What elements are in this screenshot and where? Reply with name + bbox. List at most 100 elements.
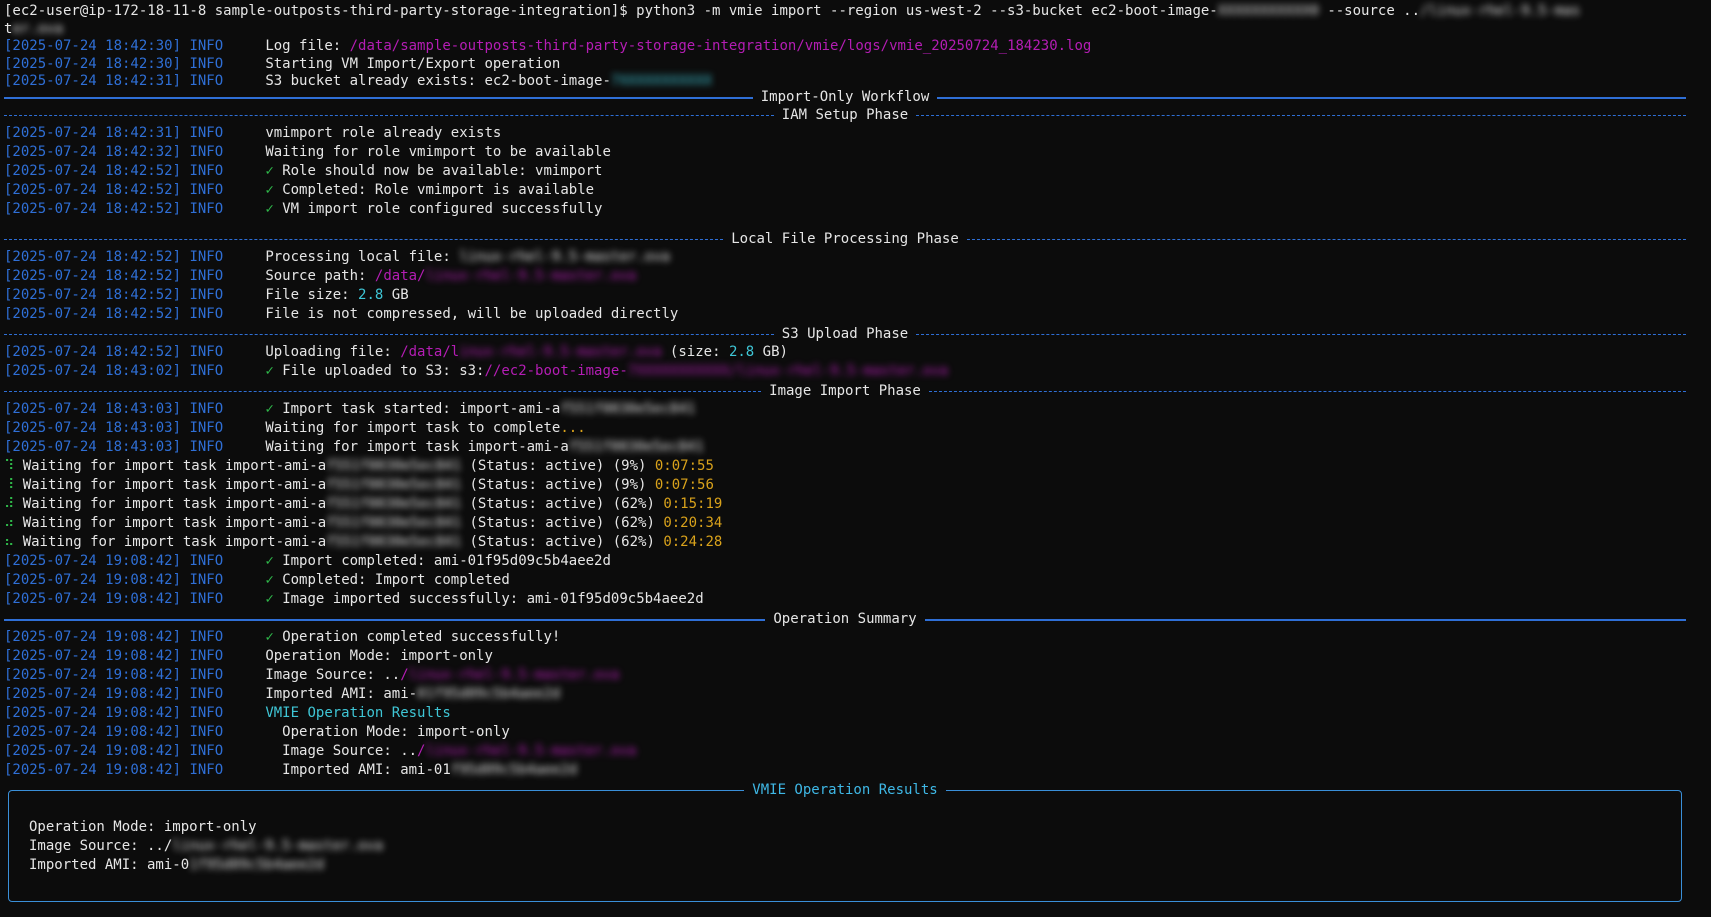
- separator-summary: Operation Summary: [4, 610, 1687, 629]
- redacted-source-path: /linux-rhel-9.5-mas: [1420, 3, 1581, 19]
- log-level: INFO: [189, 686, 224, 702]
- log-level: INFO: [189, 629, 224, 645]
- source-flag: --source ..: [1318, 3, 1421, 19]
- section-title: Image Import Phase: [769, 383, 921, 399]
- spinner-icon: ⠸: [4, 477, 15, 493]
- log-line: [2025-07-24 18:42:30] INFO Log file: /da…: [4, 37, 1091, 56]
- progress-text: Waiting for import task import-ami-a: [22, 458, 327, 474]
- progress-text: Waiting for import task import-ami-a: [22, 496, 327, 512]
- timestamp: [2025-07-24 19:08:42]: [4, 572, 182, 588]
- spinner-icon: ⠹: [4, 458, 15, 474]
- log-level: INFO: [189, 705, 224, 721]
- timestamp: [2025-07-24 18:42:30]: [4, 38, 182, 54]
- progress-line: ⠹ Waiting for import task import-ami-af5…: [4, 457, 714, 476]
- log-text: /data/l: [400, 344, 460, 360]
- log-level: INFO: [189, 201, 224, 217]
- spinner-icon: ⠴: [4, 515, 15, 531]
- check-icon: ✓: [265, 201, 283, 217]
- section-title: S3 Upload Phase: [781, 326, 909, 342]
- timestamp: [2025-07-24 18:42:52]: [4, 268, 182, 284]
- log-text: Image Source: ..: [265, 667, 401, 683]
- log-level: INFO: [189, 724, 224, 740]
- panel-operation-mode: Operation Mode: import-only: [29, 819, 257, 835]
- log-level: INFO: [189, 144, 224, 160]
- log-text: Image imported successfully: ami-01f95d0…: [282, 591, 704, 607]
- summary-log-line: [2025-07-24 19:08:42] INFO Image Source:…: [4, 742, 636, 761]
- timestamp: [2025-07-24 18:42:52]: [4, 287, 182, 303]
- image-log-line: [2025-07-24 18:43:03] INFO ✓ Import task…: [4, 400, 695, 419]
- log-text: Imported AMI: ami-: [265, 686, 418, 702]
- check-icon: ✓: [265, 572, 283, 588]
- log-text: Import completed: ami-01f95d09c5b4aee2d: [282, 553, 611, 569]
- log-text: File size:: [265, 287, 359, 303]
- separator-import-only: Import-Only Workflow: [4, 88, 1687, 107]
- timestamp: [2025-07-24 19:08:42]: [4, 743, 182, 759]
- timestamp: [2025-07-24 18:42:31]: [4, 73, 182, 89]
- panel-image-source: Image Source: ../linux-rhel-9.5-master.o…: [29, 837, 383, 856]
- log-text: Operation Mode: import-only: [265, 724, 510, 740]
- summary-log-line: [2025-07-24 19:08:42] INFO Imported AMI:…: [4, 761, 577, 780]
- log-text: /: [400, 667, 409, 683]
- log-text: (size:: [661, 344, 729, 360]
- log-level: INFO: [189, 648, 224, 664]
- iam-log-line: [2025-07-24 18:42:52] INFO ✓ Role should…: [4, 162, 602, 181]
- command-prompt-line: [ec2-user@ip-172-18-11-8 sample-outposts…: [4, 2, 1580, 21]
- redacted-wrap-text: er.ova: [12, 21, 64, 37]
- section-title: Import-Only Workflow: [760, 89, 930, 105]
- log-text: /data/: [374, 268, 426, 284]
- log-text: Import task started: import-ami-a: [282, 401, 561, 417]
- log-text: File uploaded to S3: s3:: [282, 363, 485, 379]
- log-text: Waiting for import task import-ami-a: [265, 439, 569, 455]
- log-text: f551f0030e5ec841: [560, 401, 696, 417]
- timestamp: [2025-07-24 19:08:42]: [4, 762, 182, 778]
- log-text: Waiting for import task to complete: [265, 420, 561, 436]
- log-text: VMIE Operation Results: [265, 705, 451, 721]
- redacted-task-id: f551f0030e5ec841: [326, 515, 470, 531]
- progress-line: ⠦ Waiting for import task import-ami-af5…: [4, 533, 722, 552]
- log-level: INFO: [189, 572, 224, 588]
- log-text: //ec2-boot-image-: [484, 363, 628, 379]
- progress-status: (Status: active) (62%): [469, 515, 664, 531]
- log-text: GB): [754, 344, 788, 360]
- local-log-line: [2025-07-24 18:42:52] INFO Processing lo…: [4, 248, 670, 267]
- log-level: INFO: [189, 420, 224, 436]
- log-level: INFO: [189, 268, 224, 284]
- panel-image-source-redacted: linux-rhel-9.5-master.ova: [172, 838, 384, 854]
- image-log-line: [2025-07-24 18:43:03] INFO Waiting for i…: [4, 419, 586, 438]
- log-text: 7XXXXXXXXXXX: [610, 73, 713, 89]
- check-icon: ✓: [265, 553, 283, 569]
- timestamp: [2025-07-24 18:42:52]: [4, 201, 182, 217]
- timestamp: [2025-07-24 18:43:03]: [4, 420, 182, 436]
- elapsed-time: 0:15:19: [663, 496, 723, 512]
- log-level: INFO: [189, 73, 224, 89]
- log-text: f551f0030e5ec841: [568, 439, 704, 455]
- log-level: INFO: [189, 762, 224, 778]
- log-level: INFO: [189, 125, 224, 141]
- panel-ami-redacted: 1f95d09c5b4aee2d: [189, 857, 325, 873]
- separator-local: Local File Processing Phase: [4, 230, 1687, 249]
- timestamp: [2025-07-24 18:42:31]: [4, 125, 182, 141]
- log-text: linux-rhel-9.5-master.ova: [459, 249, 670, 265]
- log-text: inux-rhel-9.5-master.ova: [459, 344, 662, 360]
- timestamp: [2025-07-24 19:08:42]: [4, 705, 182, 721]
- log-text: Image Source: ..: [265, 743, 418, 759]
- log-level: INFO: [189, 38, 224, 54]
- timestamp: [2025-07-24 19:08:42]: [4, 553, 182, 569]
- panel-image-source-label: Image Source: ../: [29, 838, 173, 854]
- summary-log-line: [2025-07-24 19:08:42] INFO ✓ Operation c…: [4, 628, 560, 647]
- log-level: INFO: [189, 163, 224, 179]
- log-text: S3 bucket already exists: ec2-boot-image…: [265, 73, 611, 89]
- timestamp: [2025-07-24 18:43:03]: [4, 439, 182, 455]
- log-level: INFO: [189, 401, 224, 417]
- elapsed-time: 0:07:55: [654, 458, 714, 474]
- panel-ami-label: Imported AMI: ami-0: [29, 857, 190, 873]
- terminal-window[interactable]: [ec2-user@ip-172-18-11-8 sample-outposts…: [0, 0, 1711, 917]
- timestamp: [2025-07-24 18:42:32]: [4, 144, 182, 160]
- log-level: INFO: [189, 743, 224, 759]
- image-log-line: [2025-07-24 18:43:03] INFO Waiting for i…: [4, 438, 704, 457]
- log-level: INFO: [189, 287, 224, 303]
- elapsed-time: 0:20:34: [663, 515, 723, 531]
- progress-status: (Status: active) (9%): [469, 477, 655, 493]
- spinner-icon: ⠦: [4, 534, 15, 550]
- summary-log-line: [2025-07-24 19:08:42] INFO Imported AMI:…: [4, 685, 560, 704]
